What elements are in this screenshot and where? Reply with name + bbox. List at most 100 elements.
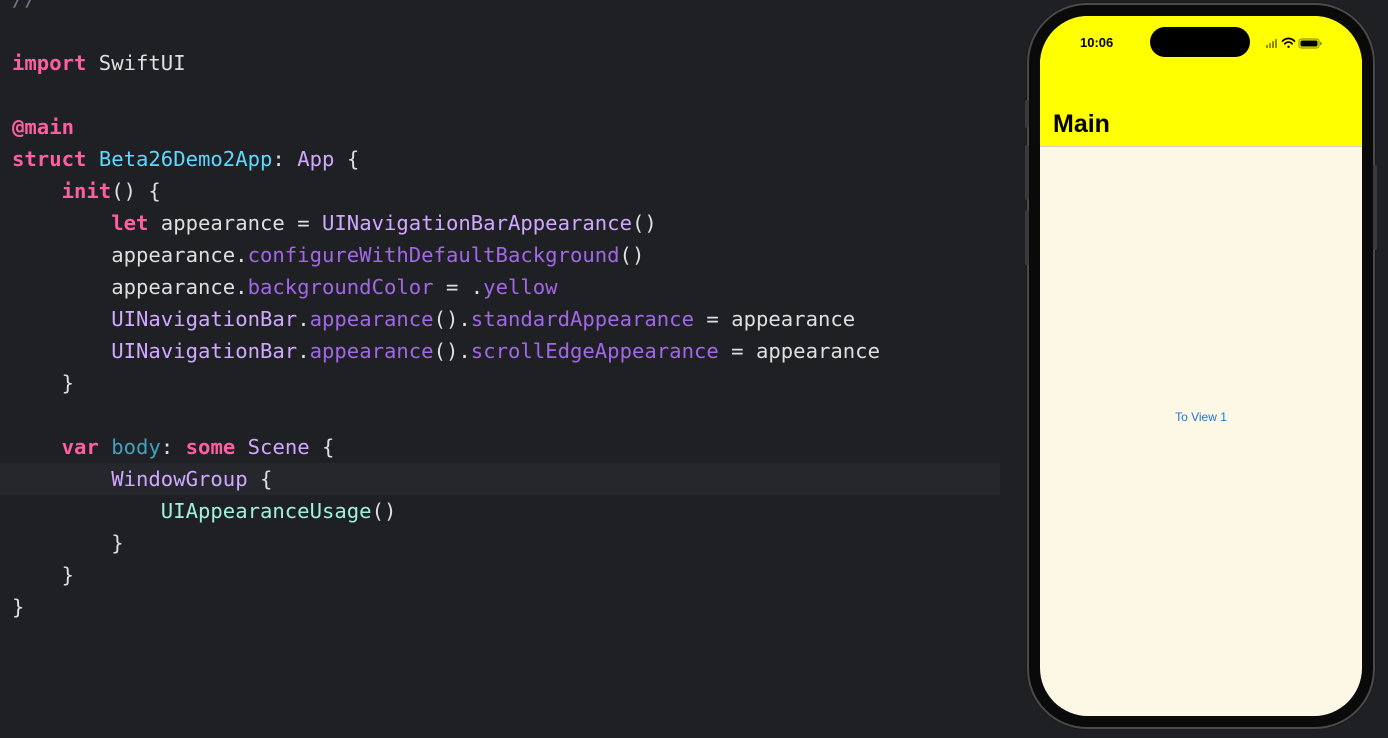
code-token: = . <box>433 275 484 299</box>
code-token: some <box>185 435 236 459</box>
code-token: { <box>247 467 273 491</box>
code-token: UINavigationBar <box>111 307 298 331</box>
code-line[interactable]: UINavigationBar.appearance().standardApp… <box>0 303 1000 335</box>
code-token: struct <box>12 147 87 171</box>
navigation-bar: 10:06 Main <box>1040 16 1362 147</box>
signal-icon <box>1266 39 1277 48</box>
volume-down-button <box>1025 210 1029 265</box>
code-token: . <box>297 307 310 331</box>
wifi-icon <box>1281 37 1296 48</box>
code-line[interactable]: } <box>0 367 1000 399</box>
code-line-text: WindowGroup { <box>12 463 272 495</box>
code-line-text: // <box>12 0 37 15</box>
status-time: 10:06 <box>1080 35 1114 50</box>
code-token: { <box>309 435 335 459</box>
code-line[interactable]: init() { <box>0 175 1000 207</box>
code-token: = appearance <box>693 307 856 331</box>
to-view-1-link[interactable]: To View 1 <box>1040 410 1362 424</box>
code-token: appearance. <box>12 243 248 267</box>
code-token: backgroundColor <box>247 275 434 299</box>
code-token: body <box>111 435 161 459</box>
code-token: Scene <box>247 435 310 459</box>
code-token: : <box>160 435 186 459</box>
code-line[interactable] <box>0 79 1000 111</box>
code-line[interactable]: // <box>0 0 1000 15</box>
code-token: () <box>619 243 645 267</box>
code-line[interactable]: UINavigationBar.appearance().scrollEdgeA… <box>0 335 1000 367</box>
code-token: () <box>371 499 397 523</box>
code-line[interactable]: } <box>0 527 1000 559</box>
code-line[interactable]: UIAppearanceUsage() <box>0 495 1000 527</box>
code-token: = appearance <box>718 339 880 363</box>
code-line-text: } <box>12 527 124 559</box>
code-line[interactable] <box>0 15 1000 47</box>
nav-title: Main <box>1053 110 1110 138</box>
code-line-text: UINavigationBar.appearance().standardApp… <box>12 303 855 335</box>
code-token: // <box>12 0 37 11</box>
code-line[interactable]: } <box>0 591 1000 623</box>
code-line-text: appearance.configureWithDefaultBackgroun… <box>12 239 644 271</box>
code-line-text: } <box>12 591 24 623</box>
code-line-text: UIAppearanceUsage() <box>12 495 397 527</box>
code-token: import <box>12 51 87 75</box>
code-line-text: var body: some Scene { <box>12 431 335 463</box>
code-token: appearance <box>309 339 434 363</box>
code-editor[interactable]: // import SwiftUI @main struct Beta26Demo2A… <box>0 0 1000 738</box>
code-token: standardAppearance <box>470 307 694 331</box>
code-token: init <box>61 179 112 203</box>
code-line[interactable]: struct Beta26Demo2App: App { <box>0 143 1000 175</box>
code-token: appearance. <box>12 275 248 299</box>
code-token: let <box>111 211 149 235</box>
volume-up-button <box>1025 145 1029 200</box>
code-line[interactable]: var body: some Scene { <box>0 431 1000 463</box>
code-line-text: @main <box>12 111 74 143</box>
code-token: (). <box>433 307 471 331</box>
code-line[interactable]: let appearance = UINavigationBarAppearan… <box>0 207 1000 239</box>
code-line[interactable] <box>0 399 1000 431</box>
code-line[interactable]: WindowGroup { <box>0 463 1000 495</box>
code-token: } <box>12 371 74 395</box>
code-token: UINavigationBar <box>111 339 298 363</box>
code-line-text: appearance.backgroundColor = .yellow <box>12 271 557 303</box>
code-token: . <box>297 339 310 363</box>
code-token: } <box>12 531 124 555</box>
code-token: } <box>12 595 25 619</box>
code-token: var <box>61 435 99 459</box>
code-token: SwiftUI <box>86 51 186 75</box>
code-line-text: let appearance = UINavigationBarAppearan… <box>12 207 657 239</box>
code-token: () <box>631 211 657 235</box>
code-token: appearance = <box>148 211 322 235</box>
phone-screen: 10:06 Main To View 1 <box>1040 16 1362 716</box>
code-token: Beta26Demo2App <box>98 147 273 171</box>
code-token: : <box>272 147 298 171</box>
code-token: @main <box>12 115 74 139</box>
code-token: { <box>334 147 360 171</box>
code-token: configureWithDefaultBackground <box>247 243 620 267</box>
power-button <box>1373 165 1377 250</box>
code-token: (). <box>433 339 471 363</box>
code-line[interactable]: @main <box>0 111 1000 143</box>
code-line-text: struct Beta26Demo2App: App { <box>12 143 359 175</box>
code-token: App <box>297 147 335 171</box>
status-icons <box>1266 37 1322 49</box>
code-token: UIAppearanceUsage <box>160 499 372 523</box>
code-line[interactable]: import SwiftUI <box>0 47 1000 79</box>
code-token: } <box>12 563 74 587</box>
code-line[interactable]: appearance.backgroundColor = .yellow <box>0 271 1000 303</box>
code-line[interactable]: appearance.configureWithDefaultBackgroun… <box>0 239 1000 271</box>
code-line-text: init() { <box>12 175 161 207</box>
code-line-text: UINavigationBar.appearance().scrollEdgeA… <box>12 335 880 367</box>
code-token: scrollEdgeAppearance <box>470 339 719 363</box>
code-line[interactable]: } <box>0 559 1000 591</box>
battery-icon <box>1298 38 1322 49</box>
code-line-text: } <box>12 367 74 399</box>
iphone-simulator: 10:06 Main To View 1 <box>1025 5 1377 727</box>
stage: // import SwiftUI @main struct Beta26Demo2A… <box>0 0 1388 738</box>
